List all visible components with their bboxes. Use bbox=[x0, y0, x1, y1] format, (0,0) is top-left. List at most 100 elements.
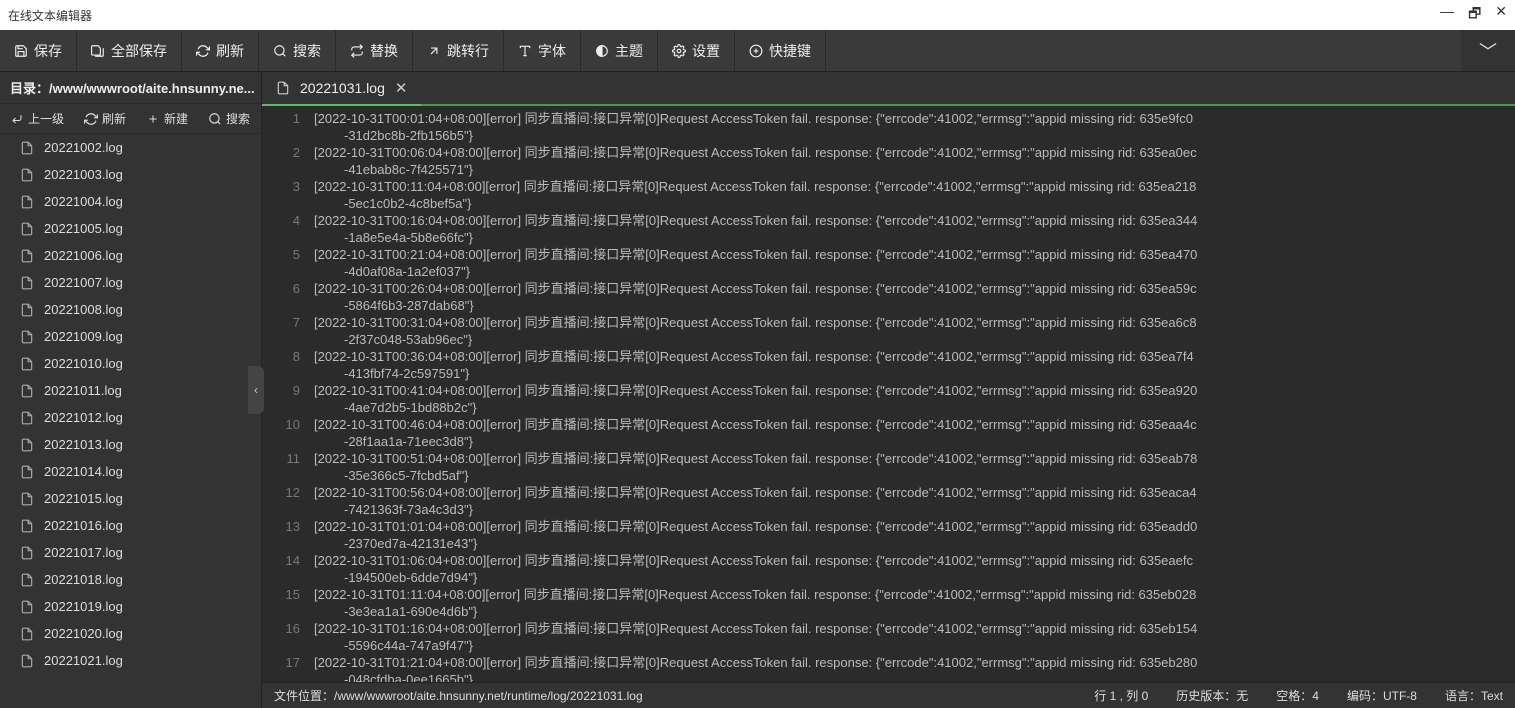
file-icon bbox=[20, 141, 34, 155]
toolbar-label: 设置 bbox=[692, 41, 720, 61]
file-item[interactable]: 20221004.log bbox=[0, 188, 261, 215]
file-name: 20221014.log bbox=[44, 464, 123, 479]
file-icon bbox=[20, 546, 34, 560]
code-line: [2022-10-31T00:21:04+08:00][error] 同步直播间… bbox=[314, 246, 1515, 263]
maximize-button[interactable]: 🗗 bbox=[1468, 3, 1481, 27]
file-item[interactable]: 20221014.log bbox=[0, 458, 261, 485]
file-list[interactable]: 20221002.log20221003.log20221004.log 2022… bbox=[0, 134, 261, 708]
status-history[interactable]: 历史版本：无 bbox=[1176, 687, 1248, 704]
toolbar-replace-button[interactable]: 替换 bbox=[336, 30, 413, 71]
code-line: [2022-10-31T00:36:04+08:00][error] 同步直播间… bbox=[314, 348, 1515, 365]
current-path: 目录：/www/wwwroot/aite.hnsunny.ne... bbox=[0, 72, 261, 104]
status-lang[interactable]: 语言：Text bbox=[1445, 687, 1503, 704]
tab-close-icon[interactable]: ✕ bbox=[395, 79, 408, 97]
file-item[interactable]: 20221010.log bbox=[0, 350, 261, 377]
file-item[interactable]: 20221019.log bbox=[0, 593, 261, 620]
code-line: -194500eb-6dde7d94"} bbox=[314, 569, 1515, 586]
file-item[interactable]: 20221006.log bbox=[0, 242, 261, 269]
file-item[interactable]: 20221020.log bbox=[0, 620, 261, 647]
search-icon bbox=[208, 112, 222, 126]
toolbar-search-button[interactable]: 搜索 bbox=[259, 30, 336, 71]
file-name: 20221017.log bbox=[44, 545, 123, 560]
file-item[interactable]: 20221012.log bbox=[0, 404, 261, 431]
sidebar-collapse-button[interactable]: ‹ bbox=[248, 366, 264, 414]
search-icon bbox=[273, 44, 287, 58]
file-name: 20221009.log bbox=[44, 329, 123, 344]
sidebar-search-button[interactable]: 搜索 bbox=[198, 104, 260, 133]
main-toolbar: 保存全部保存 刷新 搜索 替换跳转行 字体主题 设置快捷键 ﹀ bbox=[0, 30, 1515, 72]
code-content[interactable]: [2022-10-31T00:01:04+08:00][error] 同步直播间… bbox=[308, 106, 1515, 682]
toolbar-label: 搜索 bbox=[293, 41, 321, 61]
toolbar-label: 保存 bbox=[34, 41, 62, 61]
code-line: -41ebab8c-7f425571"} bbox=[314, 161, 1515, 178]
minimize-button[interactable]: ― bbox=[1440, 3, 1454, 27]
code-line: -5ec1c0b2-4c8bef5a"} bbox=[314, 195, 1515, 212]
file-item[interactable]: 20221016.log bbox=[0, 512, 261, 539]
file-name: 20221019.log bbox=[44, 599, 123, 614]
tab-active[interactable]: 20221031.log ✕ bbox=[262, 72, 421, 106]
line-gutter: 1 2 3 4 5 6 7 8 9 10 11 12 13 14 15 16 1… bbox=[262, 106, 308, 682]
file-item[interactable]: 20221007.log bbox=[0, 269, 261, 296]
code-line: -048cfdba-0ee1665b"} bbox=[314, 671, 1515, 682]
file-item[interactable]: 20221005.log bbox=[0, 215, 261, 242]
code-line: [2022-10-31T00:16:04+08:00][error] 同步直播间… bbox=[314, 212, 1515, 229]
file-name: 20221016.log bbox=[44, 518, 123, 533]
file-item[interactable]: 20221003.log bbox=[0, 161, 261, 188]
file-icon bbox=[20, 492, 34, 506]
file-item[interactable]: 20221009.log bbox=[0, 323, 261, 350]
code-line: [2022-10-31T00:31:04+08:00][error] 同步直播间… bbox=[314, 314, 1515, 331]
code-line: [2022-10-31T00:01:04+08:00][error] 同步直播间… bbox=[314, 110, 1515, 127]
code-line: [2022-10-31T01:06:04+08:00][error] 同步直播间… bbox=[314, 552, 1515, 569]
sidebar-refresh-button[interactable]: 刷新 bbox=[74, 104, 136, 133]
toolbar-settings-button[interactable]: 设置 bbox=[658, 30, 735, 71]
file-item[interactable]: 20221002.log bbox=[0, 134, 261, 161]
toolbar-saveall-button[interactable]: 全部保存 bbox=[77, 30, 182, 71]
toolbar-label: 替换 bbox=[370, 41, 398, 61]
status-spaces[interactable]: 空格：4 bbox=[1276, 687, 1319, 704]
toolbar-shortcut-button[interactable]: 快捷键 bbox=[735, 30, 826, 71]
file-name: 20221011.log bbox=[44, 383, 122, 398]
close-button[interactable]: ✕ bbox=[1495, 3, 1507, 27]
status-rowcol[interactable]: 行 1 , 列 0 bbox=[1094, 687, 1148, 704]
file-item[interactable]: 20221018.log bbox=[0, 566, 261, 593]
file-name: 20221018.log bbox=[44, 572, 123, 587]
file-icon bbox=[20, 276, 34, 290]
file-item[interactable]: 20221015.log bbox=[0, 485, 261, 512]
status-encoding[interactable]: 编码：UTF-8 bbox=[1347, 687, 1417, 704]
toolbar-refresh-button[interactable]: 刷新 bbox=[182, 30, 259, 71]
sidebar-plus-button[interactable]: 新建 bbox=[136, 104, 198, 133]
file-name: 20221015.log bbox=[44, 491, 123, 506]
code-line: [2022-10-31T01:16:04+08:00][error] 同步直播间… bbox=[314, 620, 1515, 637]
file-icon bbox=[20, 627, 34, 641]
code-line: [2022-10-31T00:51:04+08:00][error] 同步直播间… bbox=[314, 450, 1515, 467]
toolbar-theme-button[interactable]: 主题 bbox=[581, 30, 658, 71]
file-item[interactable]: 20221021.log bbox=[0, 647, 261, 674]
file-icon bbox=[276, 81, 290, 95]
window-title: 在线文本编辑器 bbox=[8, 7, 92, 24]
file-item[interactable]: 20221008.log bbox=[0, 296, 261, 323]
code-line: -1a8e5e4a-5b8e66fc"} bbox=[314, 229, 1515, 246]
file-name: 20221006.log bbox=[44, 248, 123, 263]
code-line: -28f1aa1a-71eec3d8"} bbox=[314, 433, 1515, 450]
code-line: [2022-10-31T00:26:04+08:00][error] 同步直播间… bbox=[314, 280, 1515, 297]
editor-area: 20221031.log ✕ 1 2 3 4 5 6 7 8 9 10 11 1… bbox=[262, 72, 1515, 708]
code-line: -2f37c048-53ab96ec"} bbox=[314, 331, 1515, 348]
file-item[interactable]: 20221017.log bbox=[0, 539, 261, 566]
tab-bar: 20221031.log ✕ bbox=[262, 72, 1515, 106]
sidebar-toolbar: 上一级刷新新建搜索 bbox=[0, 104, 261, 134]
code-line: [2022-10-31T00:41:04+08:00][error] 同步直播间… bbox=[314, 382, 1515, 399]
toolbar-label: 字体 bbox=[538, 41, 566, 61]
sidebar-up-button[interactable]: 上一级 bbox=[0, 104, 74, 133]
toolbar-label: 刷新 bbox=[216, 41, 244, 61]
code-editor[interactable]: 1 2 3 4 5 6 7 8 9 10 11 12 13 14 15 16 1… bbox=[262, 106, 1515, 682]
refresh-icon bbox=[196, 44, 210, 58]
tab-label: 20221031.log bbox=[300, 80, 385, 96]
file-item[interactable]: 20221011.log bbox=[0, 377, 261, 404]
file-item[interactable]: 20221013.log bbox=[0, 431, 261, 458]
toolbar-goto-button[interactable]: 跳转行 bbox=[413, 30, 504, 71]
toolbar-save-button[interactable]: 保存 bbox=[0, 30, 77, 71]
code-line: [2022-10-31T00:11:04+08:00][error] 同步直播间… bbox=[314, 178, 1515, 195]
toolbar-font-button[interactable]: 字体 bbox=[504, 30, 581, 71]
file-name: 20221005.log bbox=[44, 221, 123, 236]
toolbar-expand-button[interactable]: ﹀ bbox=[1461, 30, 1515, 71]
